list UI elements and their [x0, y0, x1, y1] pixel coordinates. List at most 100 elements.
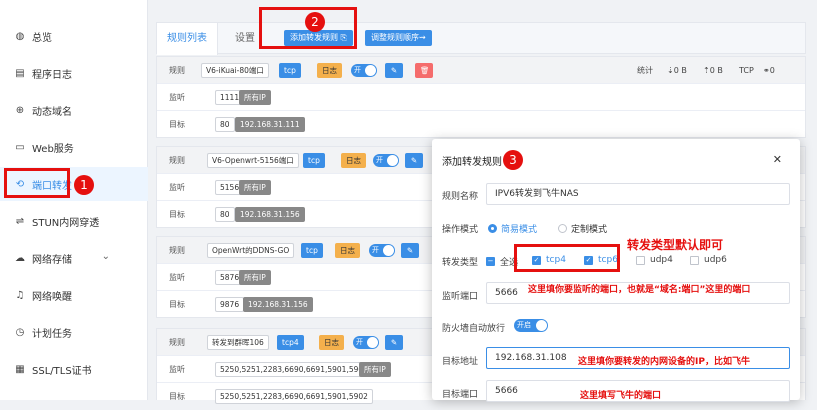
log-button[interactable]: 日志 — [335, 243, 360, 258]
chevron-down-icon: ⌄ — [101, 251, 110, 262]
mode-label: 操作模式 — [442, 225, 479, 235]
step-badge-1: 1 — [74, 175, 94, 195]
rule-toggle[interactable]: 开 — [353, 336, 379, 349]
listen-port-label: 监听端口 — [442, 292, 479, 302]
tab-rules[interactable]: 规则列表 — [157, 23, 218, 55]
rule-name: V6-iKuai-80端口 — [201, 63, 269, 78]
web-icon: ▭ — [15, 141, 25, 153]
delete-icon[interactable]: 🗑 — [415, 63, 433, 78]
sidebar-item-label: 网络存储 — [32, 254, 72, 266]
proto-tag: tcp — [303, 153, 325, 168]
edit-icon[interactable]: ✎ — [385, 63, 403, 78]
sidebar-item-ssl[interactable]: ▦ SSL/TLS证书 — [0, 352, 148, 386]
dashboard-icon: ◍ — [15, 30, 25, 42]
type-udp4-label: udp4 — [650, 255, 673, 265]
rule-card: 规则 V6-iKuai-80端口 tcp 日志 开 ✎ 🗑 统计 ⇣0 B ⇡0… — [156, 56, 806, 138]
row-label-listen: 监听 — [169, 273, 185, 282]
globe-icon: ⊕ — [15, 104, 25, 116]
sidebar-item-stun[interactable]: ⇌ STUN内网穿透 — [0, 204, 148, 238]
row-label-target: 目标 — [169, 210, 185, 219]
sidebar-item-logs[interactable]: ▤ 程序日志 — [0, 56, 148, 90]
mode-custom-label: 定制模式 — [571, 225, 608, 235]
mode-custom-radio[interactable]: 定制模式 — [558, 222, 607, 235]
row-label-target: 目标 — [169, 120, 185, 129]
target-port: 80 — [215, 117, 235, 132]
target-row: 目标 80 192.168.31.111 — [157, 111, 805, 138]
type-udp6-checkbox[interactable]: udp6 — [690, 255, 727, 265]
log-icon: ▤ — [15, 67, 25, 79]
highlight-box-tcp-types — [514, 244, 620, 272]
listen-ip: 所有IP — [359, 362, 391, 377]
stats-tcp: TCP — [739, 66, 754, 75]
sidebar-item-label: 网络唤醒 — [32, 291, 72, 303]
target-ip: 192.168.31.156 — [243, 297, 313, 312]
target-port-label: 目标端口 — [442, 390, 479, 400]
stats-label: 统计 — [637, 66, 653, 75]
sidebar-item-label: 计划任务 — [32, 328, 72, 340]
listen-port: 5250,5251,2283,6690,6691,5901,5902 — [215, 362, 373, 377]
proto-tag: tcp — [301, 243, 323, 258]
target-ip: 192.168.31.111 — [235, 117, 305, 132]
target-port: 5250,5251,2283,6690,6691,5901,5902 — [215, 389, 373, 404]
target-port: 9876 — [215, 297, 245, 312]
tab-settings[interactable]: 设置 — [235, 23, 255, 55]
dialog-title: 添加转发规则 — [442, 157, 502, 168]
annotation-port: 这里填写飞牛的端口 — [580, 391, 662, 401]
listen-ip: 所有IP — [239, 180, 271, 195]
rule-name: 转发到群晖106 — [207, 335, 269, 350]
mode-simple-radio[interactable]: 简易模式 — [488, 222, 537, 235]
edit-icon[interactable]: ✎ — [405, 153, 423, 168]
log-button[interactable]: 日志 — [317, 63, 342, 78]
row-label-rule: 规则 — [169, 338, 185, 347]
sidebar-item-label: 程序日志 — [32, 69, 72, 81]
sidebar-item-tasks[interactable]: ◷ 计划任务 — [0, 315, 148, 349]
listen-ip: 所有IP — [239, 90, 271, 105]
row-label-rule: 规则 — [169, 156, 185, 165]
rule-toggle[interactable]: 开 — [369, 244, 395, 257]
row-label-listen: 监听 — [169, 93, 185, 102]
firewall-toggle[interactable]: 开启 — [514, 319, 548, 332]
step-badge-2: 2 — [305, 12, 325, 32]
type-udp4-checkbox[interactable]: udp4 — [636, 255, 673, 265]
sidebar: ◍ 总览 ▤ 程序日志 ⊕ 动态域名 ▭ Web服务 ⟲ 端口转发 ⇌ STUN… — [0, 0, 148, 400]
rule-toggle[interactable]: 开 — [373, 154, 399, 167]
target-addr-label: 目标地址 — [442, 357, 479, 367]
clock-icon: ◷ — [15, 326, 25, 338]
proto-tag: tcp4 — [277, 335, 304, 350]
log-button[interactable]: 日志 — [341, 153, 366, 168]
sidebar-item-label: 动态域名 — [32, 106, 72, 118]
listen-ip: 所有IP — [239, 270, 271, 285]
tab-bar: 规则列表 设置 添加转发规则 ⎘ 调整规则顺序⇝ — [156, 22, 806, 55]
stats-down: ⇣0 B — [667, 66, 687, 75]
adjust-order-button[interactable]: 调整规则顺序⇝ — [365, 30, 432, 46]
sidebar-item-wol[interactable]: ♫ 网络唤醒 — [0, 278, 148, 312]
rule-row: 规则 V6-iKuai-80端口 tcp 日志 开 ✎ 🗑 统计 ⇣0 B ⇡0… — [157, 57, 805, 84]
row-label-listen: 监听 — [169, 183, 185, 192]
target-port: 80 — [215, 207, 235, 222]
type-udp6-label: udp6 — [704, 255, 727, 265]
listen-row: 监听 1111 所有IP — [157, 84, 805, 111]
firewall-label: 防火墙自动放行 — [442, 324, 506, 334]
row-label-rule: 规则 — [169, 246, 185, 255]
stun-icon: ⇌ — [15, 215, 25, 227]
cert-icon: ▦ — [15, 363, 25, 375]
step-badge-3: 3 — [503, 150, 523, 170]
stats-link: ⚭0 — [763, 66, 775, 75]
cloud-icon: ☁ — [15, 252, 25, 264]
edit-icon[interactable]: ✎ — [401, 243, 419, 258]
row-label-listen: 监听 — [169, 365, 185, 374]
sidebar-item-overview[interactable]: ◍ 总览 — [0, 19, 148, 53]
sidebar-item-web[interactable]: ▭ Web服务 — [0, 130, 148, 164]
row-label-target: 目标 — [169, 392, 185, 401]
edit-icon[interactable]: ✎ — [385, 335, 403, 350]
sidebar-item-ddns[interactable]: ⊕ 动态域名 — [0, 93, 148, 127]
row-label-rule: 规则 — [169, 66, 185, 75]
rule-toggle[interactable]: 开 — [351, 64, 377, 77]
rule-name-label: 规则名称 — [442, 192, 479, 202]
rule-name-input[interactable]: IPV6转发到飞牛NAS — [486, 183, 790, 205]
close-icon[interactable]: ✕ — [773, 153, 782, 166]
log-button[interactable]: 日志 — [319, 335, 344, 350]
annotation-type: 转发类型默认即可 — [627, 238, 724, 252]
proto-tag: tcp — [279, 63, 301, 78]
sidebar-item-storage[interactable]: ☁ 网络存储 ⌄ — [0, 241, 148, 275]
